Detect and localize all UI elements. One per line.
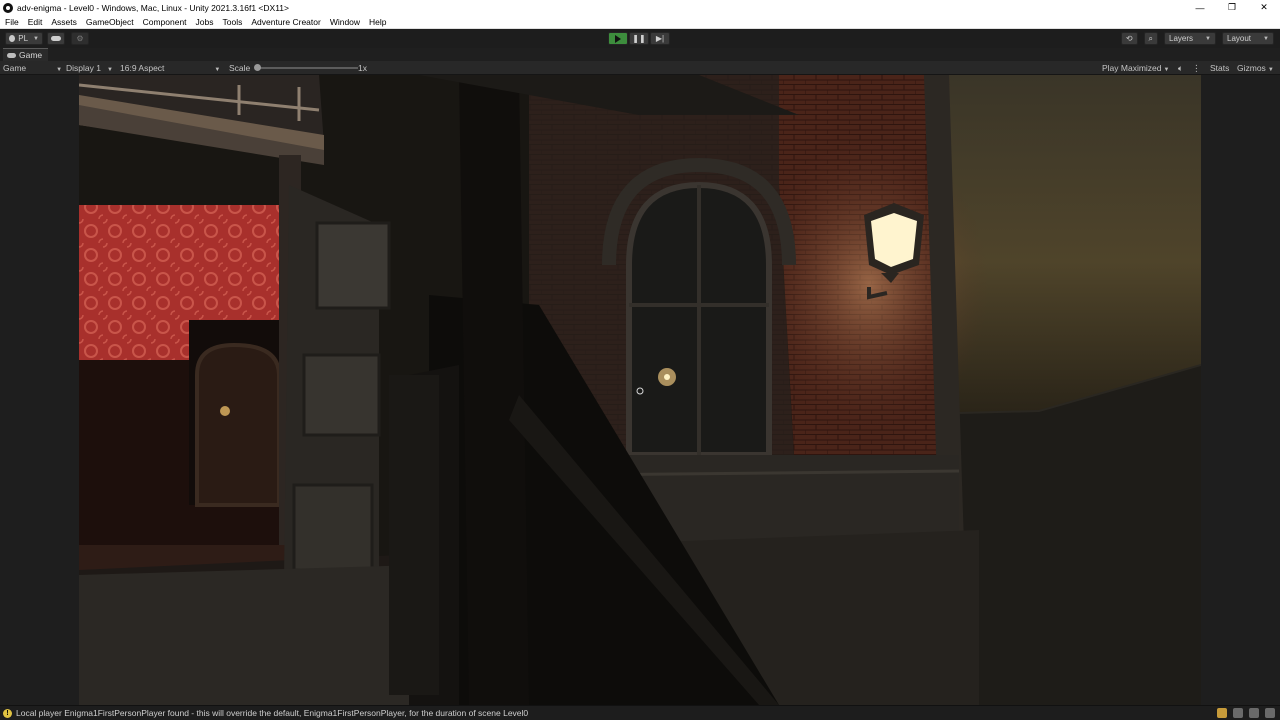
layout-dropdown[interactable]: Layout ▼ xyxy=(1222,32,1274,45)
mute-audio-icon[interactable]: 🔈︎ xyxy=(1178,63,1183,74)
menu-help[interactable]: Help xyxy=(369,17,386,27)
menu-adventure-creator[interactable]: Adventure Creator xyxy=(251,17,320,27)
window-title-bar: adv-enigma - Level0 - Windows, Mac, Linu… xyxy=(0,0,1280,15)
play-icon xyxy=(615,34,621,43)
status-bar: ! Local player Enigma1FirstPersonPlayer … xyxy=(0,705,1280,720)
window-title: adv-enigma - Level0 - Windows, Mac, Linu… xyxy=(17,2,289,13)
warning-icon: ! xyxy=(3,708,12,718)
maximize-button[interactable]: ❐ xyxy=(1216,0,1248,15)
menu-window[interactable]: Window xyxy=(330,17,360,27)
play-mode-label: Play Maximized xyxy=(1102,63,1162,73)
pause-icon: ❚❚ xyxy=(632,34,646,43)
account-button[interactable]: PL ▼ xyxy=(5,32,43,45)
chevron-down-icon: ▼ xyxy=(1163,67,1170,73)
chevron-down-icon: ▼ xyxy=(1267,67,1274,73)
gamepad-icon xyxy=(7,52,16,58)
menu-bar: File Edit Assets GameObject Component Jo… xyxy=(0,15,1280,29)
pause-button[interactable]: ❚❚ xyxy=(629,32,649,45)
gizmos-label: Gizmos xyxy=(1237,63,1266,73)
game-scene xyxy=(79,75,1201,705)
cloud-icon xyxy=(51,36,61,41)
scale-label: Scale xyxy=(229,63,251,73)
gizmos-settings-icon[interactable]: ⋮ xyxy=(1192,63,1201,74)
play-button[interactable] xyxy=(608,32,628,45)
account-icon xyxy=(9,35,16,42)
collab-button[interactable]: ⚙ xyxy=(71,32,89,45)
console-message[interactable]: Local player Enigma1FirstPersonPlayer fo… xyxy=(16,708,528,718)
tab-game-label: Game xyxy=(19,50,43,60)
status-icons xyxy=(1217,708,1275,718)
chevron-down-icon: ▼ xyxy=(1263,35,1269,42)
scale-value: 1x xyxy=(358,63,367,73)
bug-icon[interactable] xyxy=(1217,708,1227,718)
unity-logo-icon xyxy=(3,2,13,13)
progress-icon[interactable] xyxy=(1233,708,1243,718)
step-icon: ▶| xyxy=(655,34,665,43)
menu-gameobject[interactable]: GameObject xyxy=(86,17,134,27)
chevron-down-icon: ▼ xyxy=(56,67,63,73)
menu-edit[interactable]: Edit xyxy=(28,17,43,27)
display-label: Display 1 xyxy=(66,63,101,73)
search-button[interactable]: ⌕ xyxy=(1143,32,1158,45)
aspect-dropdown[interactable]: 16:9 Aspect ▼ xyxy=(120,63,220,73)
account-label: PL xyxy=(18,34,29,43)
game-view-toolbar: Game ▼ Display 1 ▼ 16:9 Aspect ▼ Scale 1x P… xyxy=(0,61,1280,75)
cache-icon[interactable] xyxy=(1249,708,1259,718)
layers-dropdown[interactable]: Layers ▼ xyxy=(1164,32,1216,45)
layout-label: Layout xyxy=(1227,34,1252,43)
cloud-button[interactable] xyxy=(47,32,65,45)
gizmos-dropdown[interactable]: Gizmos ▼ xyxy=(1237,63,1274,73)
scale-slider-track[interactable] xyxy=(258,67,358,69)
menu-jobs[interactable]: Jobs xyxy=(196,17,214,27)
close-button[interactable]: ✕ xyxy=(1248,0,1280,15)
history-icon: ⟲ xyxy=(1125,34,1133,43)
game-mode-label: Game xyxy=(3,63,27,73)
game-mode-dropdown[interactable]: Game ▼ xyxy=(3,63,62,73)
play-controls: ❚❚ ▶| xyxy=(608,32,670,45)
minimize-button[interactable]: — xyxy=(1184,0,1216,15)
step-button[interactable]: ▶| xyxy=(650,32,670,45)
stats-button[interactable]: Stats xyxy=(1210,63,1229,73)
game-viewport[interactable] xyxy=(79,75,1201,705)
chevron-down-icon: ▼ xyxy=(1205,35,1211,42)
aspect-label: 16:9 Aspect xyxy=(120,63,165,73)
chevron-down-icon: ▼ xyxy=(214,67,221,73)
menu-assets[interactable]: Assets xyxy=(51,17,77,27)
window-controls: — ❐ ✕ xyxy=(1184,0,1280,15)
display-dropdown[interactable]: Display 1 ▼ xyxy=(66,63,113,73)
toolbar-right: ⟲ ⌕ Layers ▼ Layout ▼ xyxy=(1120,32,1274,45)
game-tab-bar: Game xyxy=(0,48,1280,61)
menu-tools[interactable]: Tools xyxy=(223,17,243,27)
gear-icon: ⚙ xyxy=(76,34,84,43)
search-icon: ⌕ xyxy=(1148,33,1153,43)
chevron-down-icon: ▼ xyxy=(33,35,39,42)
main-toolbar: PL ▼ ⚙ ❚❚ ▶| ⟲ ⌕ Layers ▼ Layout ▼ xyxy=(0,29,1280,48)
notification-icon[interactable] xyxy=(1265,708,1275,718)
play-mode-dropdown[interactable]: Play Maximized ▼ xyxy=(1102,63,1169,73)
scale-slider-handle[interactable] xyxy=(254,64,261,71)
menu-file[interactable]: File xyxy=(5,17,19,27)
tab-game[interactable]: Game xyxy=(3,48,49,61)
menu-component[interactable]: Component xyxy=(143,17,187,27)
history-button[interactable]: ⟲ xyxy=(1120,32,1138,45)
layers-label: Layers xyxy=(1169,34,1194,43)
chevron-down-icon: ▼ xyxy=(106,67,113,73)
